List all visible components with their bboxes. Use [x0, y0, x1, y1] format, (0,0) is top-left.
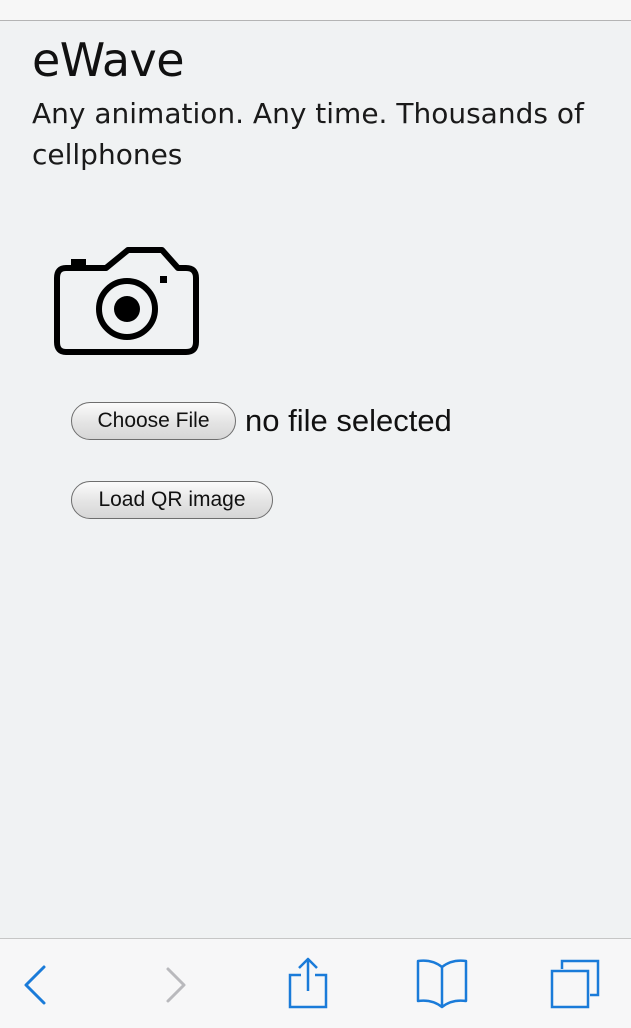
- file-status-text: no file selected: [245, 403, 452, 438]
- browser-toolbar: [0, 938, 631, 1028]
- back-icon[interactable]: [20, 957, 50, 1011]
- page-title: eWave: [32, 33, 185, 87]
- forward-icon[interactable]: [160, 957, 190, 1011]
- bookmarks-icon[interactable]: [414, 957, 470, 1011]
- file-input-row: Choose File no file selected: [71, 401, 452, 441]
- choose-file-button[interactable]: Choose File: [71, 402, 236, 440]
- share-icon[interactable]: [286, 957, 330, 1011]
- camera-icon[interactable]: [54, 246, 200, 356]
- page-content: eWave Any animation. Any time. Thousands…: [0, 21, 631, 938]
- tabs-icon[interactable]: [548, 957, 602, 1011]
- page-tagline: Any animation. Any time. Thousands of ce…: [32, 97, 584, 171]
- browser-top-bar: [0, 0, 631, 21]
- load-qr-image-button[interactable]: Load QR image: [71, 481, 273, 519]
